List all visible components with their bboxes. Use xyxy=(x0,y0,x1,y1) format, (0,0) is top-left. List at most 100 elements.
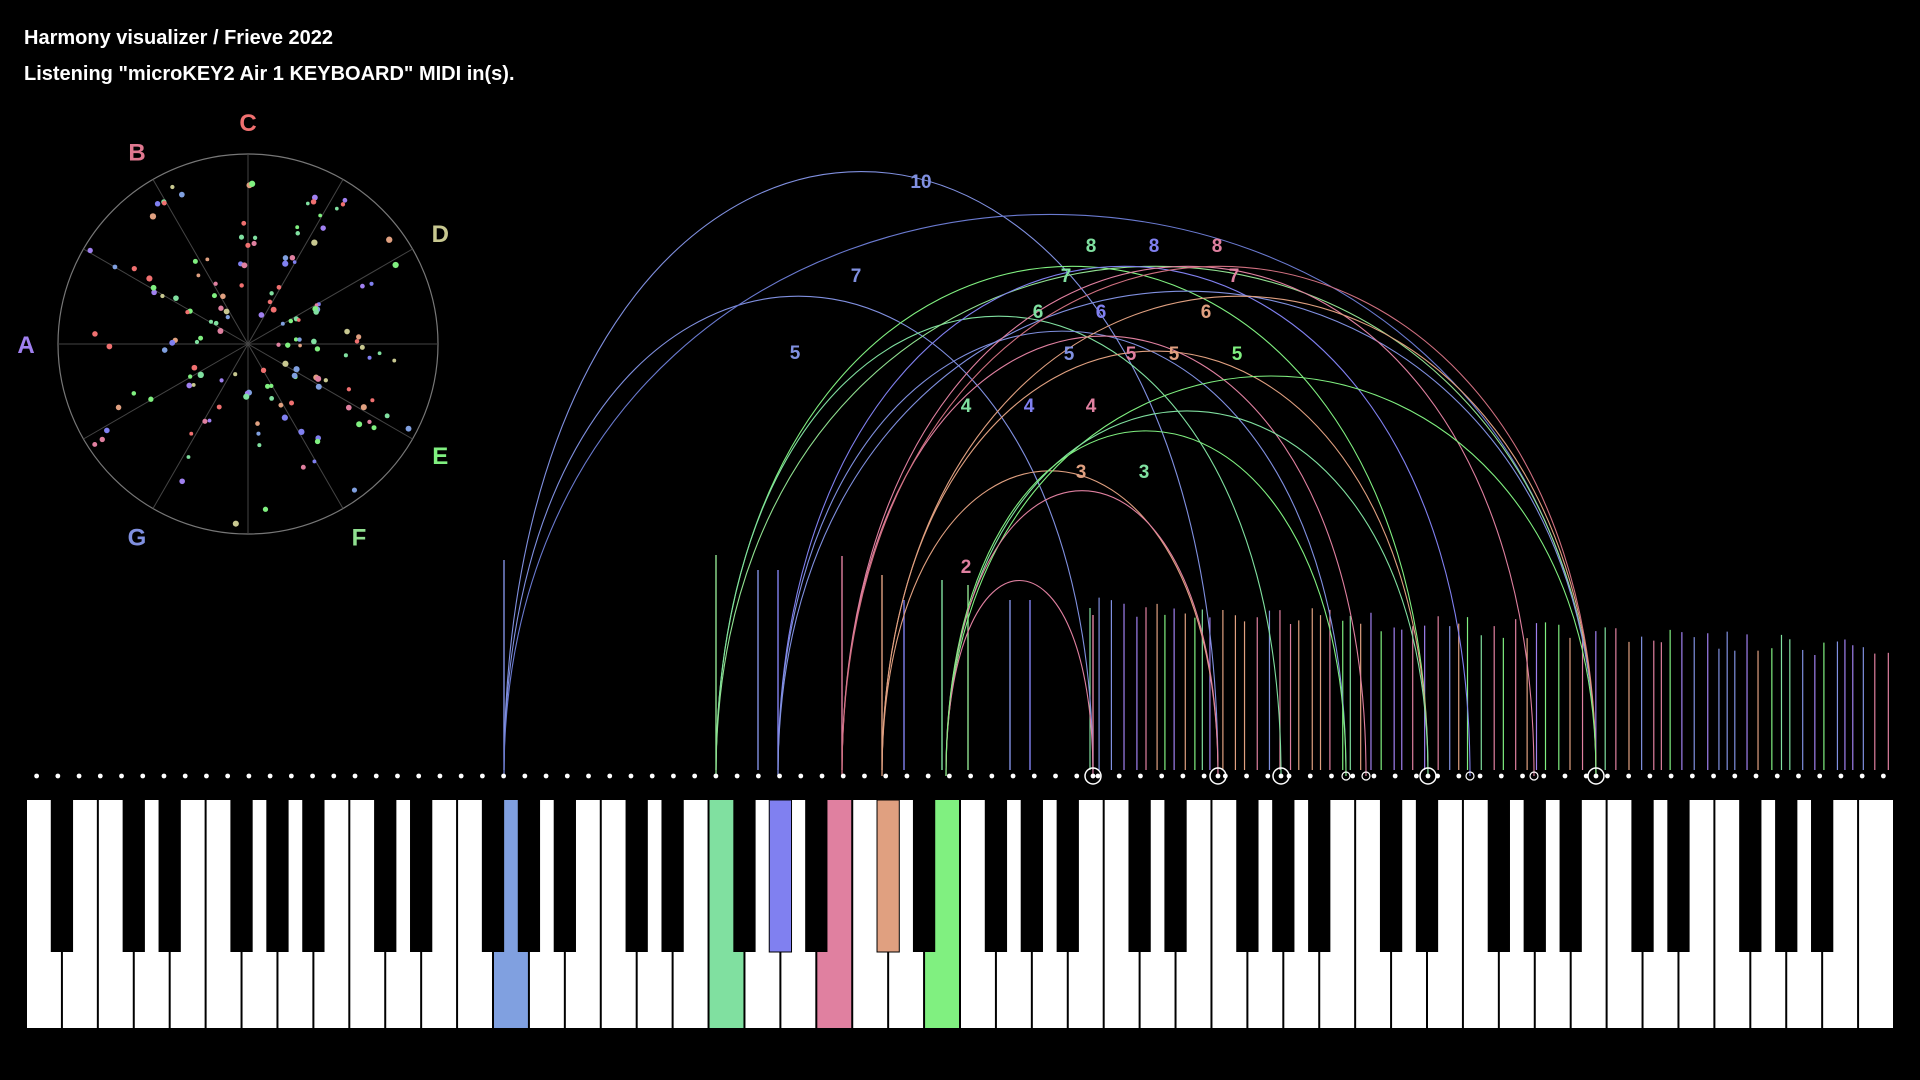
arc-interval-label: 10 xyxy=(910,172,931,193)
black-key[interactable] xyxy=(1164,800,1187,952)
circle-dot xyxy=(173,295,179,302)
circle-dot xyxy=(208,319,214,324)
black-key[interactable] xyxy=(1236,800,1259,952)
key-dot xyxy=(713,773,719,779)
key-dot xyxy=(968,773,974,779)
circle-dot xyxy=(359,344,365,350)
black-key[interactable] xyxy=(481,800,505,952)
circle-dot xyxy=(318,213,323,218)
black-key[interactable] xyxy=(1811,800,1834,952)
black-key[interactable] xyxy=(122,800,145,952)
circle-dot xyxy=(106,343,113,350)
black-key[interactable] xyxy=(1775,800,1798,952)
circle-dot xyxy=(280,321,285,326)
circle-dot xyxy=(356,334,362,340)
circle-dot xyxy=(216,404,222,410)
circle-label-A: A xyxy=(17,332,34,359)
circle-dot xyxy=(367,355,372,360)
black-key[interactable] xyxy=(733,800,756,952)
circle-dot xyxy=(360,404,367,411)
black-key[interactable] xyxy=(158,800,181,952)
circle-dot xyxy=(340,202,346,207)
circle-dot xyxy=(92,331,98,337)
circle-dot xyxy=(269,291,274,296)
black-key[interactable] xyxy=(1379,800,1403,952)
arc-interval-label: 5 xyxy=(1169,344,1180,365)
circle-dot xyxy=(305,201,310,206)
black-key[interactable] xyxy=(1308,800,1331,952)
key-dot xyxy=(1090,773,1096,779)
circle-dot xyxy=(233,372,238,377)
circle-dot xyxy=(161,347,168,353)
interval-arc xyxy=(715,265,1597,777)
black-key-active[interactable] xyxy=(768,799,793,953)
black-key[interactable] xyxy=(1056,800,1079,952)
circle-dot xyxy=(278,402,284,408)
key-dot xyxy=(564,773,570,779)
circle-dot xyxy=(191,364,198,371)
piano-keyboard[interactable] xyxy=(27,799,1893,1028)
black-key[interactable] xyxy=(302,800,325,952)
key-dot xyxy=(55,773,61,779)
black-key[interactable] xyxy=(912,800,936,952)
black-key[interactable] xyxy=(374,800,397,952)
key-dot xyxy=(182,773,188,779)
circle-dot xyxy=(343,353,348,358)
circle-dot xyxy=(313,309,319,315)
black-key[interactable] xyxy=(1487,800,1510,952)
interval-arc xyxy=(841,265,1597,777)
black-key[interactable] xyxy=(230,800,253,952)
circle-spoke xyxy=(83,343,249,440)
circle-dot xyxy=(315,375,322,382)
circle-dot xyxy=(314,438,321,445)
circle-dot xyxy=(225,315,230,320)
white-key[interactable] xyxy=(1859,800,1893,1028)
black-key[interactable] xyxy=(1667,800,1690,952)
black-key[interactable] xyxy=(984,800,1008,952)
key-dot xyxy=(1278,773,1284,779)
black-key[interactable] xyxy=(266,800,289,952)
black-key[interactable] xyxy=(805,800,828,952)
black-key[interactable] xyxy=(1739,800,1762,952)
key-dot xyxy=(140,773,146,779)
circle-dot xyxy=(267,299,273,305)
circle-dot xyxy=(334,206,339,211)
black-key[interactable] xyxy=(517,800,541,952)
circle-dot xyxy=(269,396,275,401)
black-key[interactable] xyxy=(1559,800,1582,952)
circle-dot xyxy=(384,413,390,419)
circle-dot xyxy=(282,255,289,261)
circle-dot xyxy=(179,478,185,485)
black-key[interactable] xyxy=(1631,800,1654,952)
black-key-active[interactable] xyxy=(876,799,900,953)
black-key[interactable] xyxy=(1272,800,1295,952)
circle-dot xyxy=(189,431,194,436)
circle-dot xyxy=(154,201,161,207)
circle-dot xyxy=(369,281,374,286)
circle-dot xyxy=(255,421,260,426)
black-key[interactable] xyxy=(1020,800,1043,952)
key-dot xyxy=(989,773,995,779)
arc-interval-label: 2 xyxy=(961,557,972,578)
arc-interval-label: 5 xyxy=(790,343,801,364)
black-key[interactable] xyxy=(1128,800,1151,952)
black-key[interactable] xyxy=(1523,800,1546,952)
circle-dot xyxy=(371,425,377,431)
key-dot xyxy=(607,773,613,779)
black-key[interactable] xyxy=(553,800,576,952)
circle-dot xyxy=(276,342,281,347)
key-dot xyxy=(479,773,485,779)
key-dot xyxy=(1159,773,1165,779)
black-key[interactable] xyxy=(661,800,684,952)
circle-dot xyxy=(112,264,118,270)
key-dot xyxy=(1796,773,1801,779)
black-key[interactable] xyxy=(625,800,648,952)
black-key[interactable] xyxy=(50,800,74,952)
key-dot xyxy=(840,773,846,779)
circle-dot xyxy=(323,378,328,383)
key-dot xyxy=(925,773,931,779)
black-key[interactable] xyxy=(1415,800,1439,952)
circle-dot xyxy=(241,220,247,226)
black-key[interactable] xyxy=(410,800,433,952)
arc-interval-label: 8 xyxy=(1212,236,1223,257)
